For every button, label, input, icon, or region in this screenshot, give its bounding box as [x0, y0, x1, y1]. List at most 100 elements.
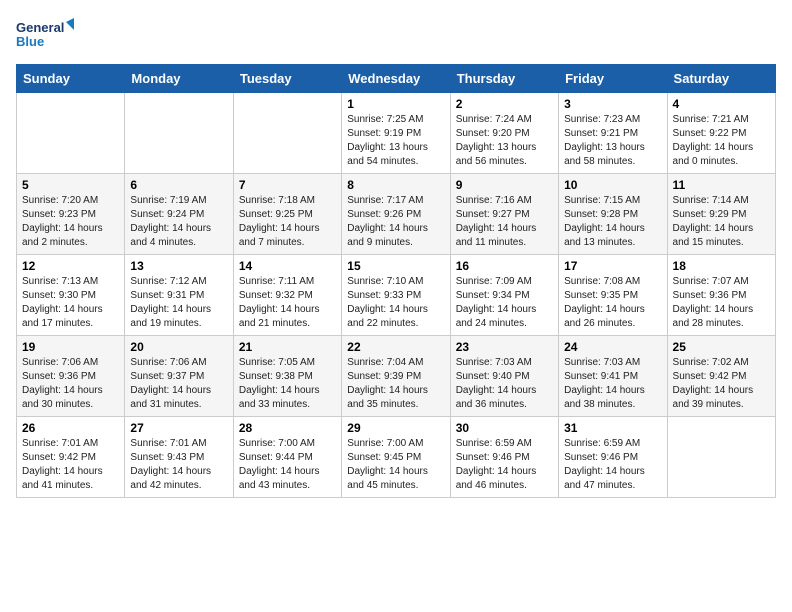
day-number: 25	[673, 340, 770, 354]
day-number: 15	[347, 259, 444, 273]
day-cell: 22 Sunrise: 7:04 AM Sunset: 9:39 PM Dayli…	[342, 336, 450, 417]
day-info: Sunrise: 7:09 AM Sunset: 9:34 PM Dayligh…	[456, 275, 553, 331]
day-cell: 16 Sunrise: 7:09 AM Sunset: 9:34 PM Dayli…	[450, 255, 558, 336]
calendar-table: SundayMondayTuesdayWednesdayThursdayFrid…	[16, 64, 776, 498]
day-info: Sunrise: 7:10 AM Sunset: 9:33 PM Dayligh…	[347, 275, 444, 331]
day-cell: 8Sunrise: 7:17 AM Sunset: 9:26 PM Daylig…	[342, 174, 450, 255]
day-cell: 30 Sunrise: 6:59 AM Sunset: 9:46 PM Dayli…	[450, 417, 558, 498]
day-number: 13	[130, 259, 227, 273]
day-number: 9	[456, 178, 553, 192]
day-info: Sunrise: 7:08 AM Sunset: 9:35 PM Dayligh…	[564, 275, 661, 331]
day-info: Sunrise: 7:23 AM Sunset: 9:21 PM Dayligh…	[564, 113, 661, 169]
day-cell: 15 Sunrise: 7:10 AM Sunset: 9:33 PM Dayli…	[342, 255, 450, 336]
svg-text:General: General	[16, 20, 64, 35]
day-cell: 7Sunrise: 7:18 AM Sunset: 9:25 PM Daylig…	[233, 174, 341, 255]
day-number: 19	[22, 340, 119, 354]
weekday-header-row: SundayMondayTuesdayWednesdayThursdayFrid…	[17, 65, 776, 93]
day-cell	[125, 93, 233, 174]
day-info: Sunrise: 7:24 AM Sunset: 9:20 PM Dayligh…	[456, 113, 553, 169]
weekday-header-monday: Monday	[125, 65, 233, 93]
day-info: Sunrise: 7:13 AM Sunset: 9:30 PM Dayligh…	[22, 275, 119, 331]
day-info: Sunrise: 7:12 AM Sunset: 9:31 PM Dayligh…	[130, 275, 227, 331]
weekday-header-friday: Friday	[559, 65, 667, 93]
day-number: 26	[22, 421, 119, 435]
day-info: Sunrise: 7:07 AM Sunset: 9:36 PM Dayligh…	[673, 275, 770, 331]
day-cell: 1 Sunrise: 7:25 AM Sunset: 9:19 PM Daylig…	[342, 93, 450, 174]
day-info: Sunrise: 7:16 AM Sunset: 9:27 PM Dayligh…	[456, 194, 553, 250]
day-info: Sunrise: 7:18 AM Sunset: 9:25 PM Dayligh…	[239, 194, 336, 250]
day-number: 14	[239, 259, 336, 273]
day-info: Sunrise: 7:14 AM Sunset: 9:29 PM Dayligh…	[673, 194, 770, 250]
day-cell: 13 Sunrise: 7:12 AM Sunset: 9:31 PM Dayli…	[125, 255, 233, 336]
svg-text:Blue: Blue	[16, 34, 44, 49]
week-row-2: 5 Sunrise: 7:20 AM Sunset: 9:23 PM Daylig…	[17, 174, 776, 255]
logo-svg: General Blue	[16, 16, 76, 56]
day-number: 27	[130, 421, 227, 435]
day-number: 4	[673, 97, 770, 111]
day-number: 21	[239, 340, 336, 354]
day-cell	[17, 93, 125, 174]
day-number: 3	[564, 97, 661, 111]
day-cell: 27 Sunrise: 7:01 AM Sunset: 9:43 PM Dayli…	[125, 417, 233, 498]
day-cell: 21 Sunrise: 7:05 AM Sunset: 9:38 PM Dayli…	[233, 336, 341, 417]
day-number: 20	[130, 340, 227, 354]
logo: General Blue	[16, 16, 76, 56]
day-info: Sunrise: 7:06 AM Sunset: 9:37 PM Dayligh…	[130, 356, 227, 412]
day-cell: 4 Sunrise: 7:21 AM Sunset: 9:22 PM Daylig…	[667, 93, 775, 174]
day-cell: 18 Sunrise: 7:07 AM Sunset: 9:36 PM Dayli…	[667, 255, 775, 336]
page-header: General Blue	[16, 16, 776, 56]
weekday-header-saturday: Saturday	[667, 65, 775, 93]
calendar-body: 1 Sunrise: 7:25 AM Sunset: 9:19 PM Daylig…	[17, 93, 776, 498]
day-info: Sunrise: 6:59 AM Sunset: 9:46 PM Dayligh…	[564, 437, 661, 493]
day-number: 1	[347, 97, 444, 111]
day-cell: 11 Sunrise: 7:14 AM Sunset: 9:29 PM Dayli…	[667, 174, 775, 255]
week-row-5: 26Sunrise: 7:01 AM Sunset: 9:42 PM Dayli…	[17, 417, 776, 498]
day-number: 28	[239, 421, 336, 435]
day-cell: 17 Sunrise: 7:08 AM Sunset: 9:35 PM Dayli…	[559, 255, 667, 336]
day-number: 10	[564, 178, 661, 192]
day-number: 11	[673, 178, 770, 192]
day-number: 2	[456, 97, 553, 111]
day-cell: 31Sunrise: 6:59 AM Sunset: 9:46 PM Dayli…	[559, 417, 667, 498]
day-info: Sunrise: 7:03 AM Sunset: 9:40 PM Dayligh…	[456, 356, 553, 412]
day-cell: 20 Sunrise: 7:06 AM Sunset: 9:37 PM Dayli…	[125, 336, 233, 417]
week-row-4: 19 Sunrise: 7:06 AM Sunset: 9:36 PM Dayli…	[17, 336, 776, 417]
day-info: Sunrise: 7:20 AM Sunset: 9:23 PM Dayligh…	[22, 194, 119, 250]
day-info: Sunrise: 7:05 AM Sunset: 9:38 PM Dayligh…	[239, 356, 336, 412]
day-number: 6	[130, 178, 227, 192]
day-cell: 9 Sunrise: 7:16 AM Sunset: 9:27 PM Daylig…	[450, 174, 558, 255]
day-cell: 24Sunrise: 7:03 AM Sunset: 9:41 PM Dayli…	[559, 336, 667, 417]
day-number: 29	[347, 421, 444, 435]
weekday-header-tuesday: Tuesday	[233, 65, 341, 93]
day-info: Sunrise: 7:04 AM Sunset: 9:39 PM Dayligh…	[347, 356, 444, 412]
day-info: Sunrise: 7:25 AM Sunset: 9:19 PM Dayligh…	[347, 113, 444, 169]
day-number: 18	[673, 259, 770, 273]
day-info: Sunrise: 7:17 AM Sunset: 9:26 PM Dayligh…	[347, 194, 444, 250]
day-info: Sunrise: 7:00 AM Sunset: 9:44 PM Dayligh…	[239, 437, 336, 493]
day-number: 30	[456, 421, 553, 435]
day-number: 17	[564, 259, 661, 273]
day-info: Sunrise: 7:06 AM Sunset: 9:36 PM Dayligh…	[22, 356, 119, 412]
day-cell: 29 Sunrise: 7:00 AM Sunset: 9:45 PM Dayli…	[342, 417, 450, 498]
weekday-header-thursday: Thursday	[450, 65, 558, 93]
day-info: Sunrise: 7:21 AM Sunset: 9:22 PM Dayligh…	[673, 113, 770, 169]
day-cell	[667, 417, 775, 498]
day-cell	[233, 93, 341, 174]
day-info: Sunrise: 7:15 AM Sunset: 9:28 PM Dayligh…	[564, 194, 661, 250]
day-info: Sunrise: 6:59 AM Sunset: 9:46 PM Dayligh…	[456, 437, 553, 493]
day-info: Sunrise: 7:00 AM Sunset: 9:45 PM Dayligh…	[347, 437, 444, 493]
day-cell: 26Sunrise: 7:01 AM Sunset: 9:42 PM Dayli…	[17, 417, 125, 498]
day-cell: 6 Sunrise: 7:19 AM Sunset: 9:24 PM Daylig…	[125, 174, 233, 255]
day-number: 22	[347, 340, 444, 354]
day-info: Sunrise: 7:01 AM Sunset: 9:43 PM Dayligh…	[130, 437, 227, 493]
week-row-1: 1 Sunrise: 7:25 AM Sunset: 9:19 PM Daylig…	[17, 93, 776, 174]
weekday-header-sunday: Sunday	[17, 65, 125, 93]
weekday-header-wednesday: Wednesday	[342, 65, 450, 93]
day-number: 16	[456, 259, 553, 273]
day-info: Sunrise: 7:19 AM Sunset: 9:24 PM Dayligh…	[130, 194, 227, 250]
day-number: 24	[564, 340, 661, 354]
day-cell: 3 Sunrise: 7:23 AM Sunset: 9:21 PM Daylig…	[559, 93, 667, 174]
day-cell: 12Sunrise: 7:13 AM Sunset: 9:30 PM Dayli…	[17, 255, 125, 336]
day-cell: 5 Sunrise: 7:20 AM Sunset: 9:23 PM Daylig…	[17, 174, 125, 255]
day-number: 5	[22, 178, 119, 192]
